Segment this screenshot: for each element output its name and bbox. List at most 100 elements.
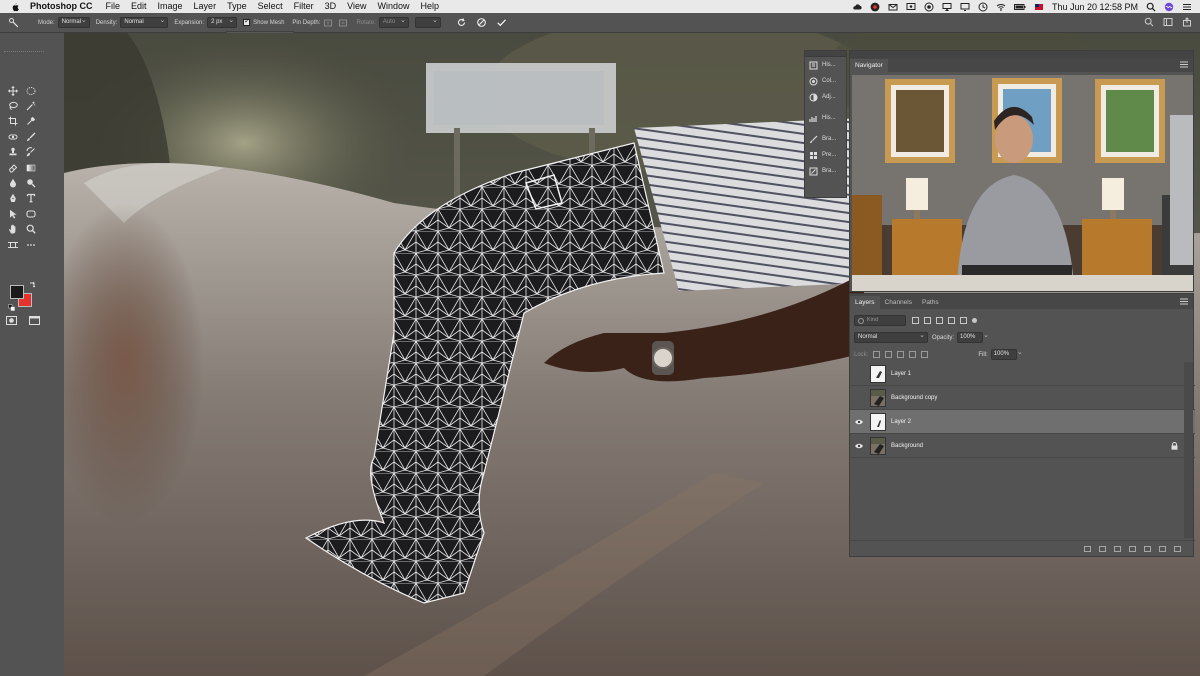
- navigator-preview[interactable]: [852, 75, 1193, 291]
- search-icon[interactable]: [1144, 17, 1154, 27]
- hand-tool[interactable]: [4, 222, 22, 237]
- tab-layers[interactable]: Layers: [850, 296, 880, 309]
- lock-artboard-icon[interactable]: [909, 351, 917, 358]
- pin-backward-icon[interactable]: [338, 18, 348, 28]
- dodge-tool[interactable]: [22, 175, 40, 190]
- new-group-icon[interactable]: [1144, 545, 1151, 552]
- lock-position-icon[interactable]: [897, 351, 905, 358]
- panel-menu-icon[interactable]: [1180, 298, 1188, 305]
- layer-name[interactable]: Layer 1: [891, 371, 911, 377]
- menubar-clock[interactable]: Thu Jun 20 12:58 PM: [1052, 2, 1138, 12]
- menu-select[interactable]: Select: [258, 0, 283, 13]
- menu-type[interactable]: Type: [227, 0, 247, 13]
- camera-icon[interactable]: [924, 2, 934, 12]
- type-filter-icon[interactable]: [936, 317, 943, 324]
- rotate-angle-input[interactable]: [414, 16, 441, 28]
- zoom-tool[interactable]: [22, 222, 40, 237]
- type-tool[interactable]: [22, 191, 40, 206]
- display-icon[interactable]: [960, 2, 970, 12]
- default-colors-icon[interactable]: [8, 304, 15, 311]
- layer-style-icon[interactable]: [1099, 545, 1106, 552]
- artboard-tool[interactable]: [4, 237, 22, 252]
- pixel-filter-icon[interactable]: [912, 317, 919, 324]
- menu-file[interactable]: File: [106, 0, 121, 13]
- marquee-tool[interactable]: [22, 83, 40, 98]
- tab-channels[interactable]: Channels: [880, 296, 917, 309]
- quick-select-tool[interactable]: [22, 98, 40, 113]
- tab-paths[interactable]: Paths: [917, 296, 944, 309]
- mail-icon[interactable]: [888, 2, 898, 12]
- puppet-warp-tool-icon[interactable]: [8, 17, 20, 29]
- layer-name[interactable]: Background copy: [891, 395, 937, 401]
- layer-row[interactable]: Layer 2: [850, 410, 1195, 434]
- eraser-tool[interactable]: [4, 160, 22, 175]
- history-brush-tool[interactable]: [22, 145, 40, 160]
- layer-kind-filter[interactable]: Kind: [854, 315, 906, 326]
- filter-toggle-icon[interactable]: [972, 318, 977, 323]
- clock-icon[interactable]: [978, 2, 988, 12]
- brush-tool[interactable]: [22, 129, 40, 144]
- remove-all-pins-icon[interactable]: [456, 17, 467, 28]
- delete-layer-icon[interactable]: [1174, 545, 1181, 552]
- more-tools[interactable]: [22, 237, 40, 252]
- menu-window[interactable]: Window: [377, 0, 409, 13]
- opacity-input[interactable]: 100%: [957, 331, 989, 343]
- menu-filter[interactable]: Filter: [294, 0, 314, 13]
- show-mesh-checkbox[interactable]: [243, 17, 251, 26]
- density-select[interactable]: Normal: [120, 16, 169, 28]
- dock-histogram[interactable]: His...: [805, 110, 846, 126]
- commit-warp-icon[interactable]: [496, 17, 507, 28]
- visibility-toggle[interactable]: [850, 419, 868, 425]
- dock-brush[interactable]: Bra...: [805, 131, 846, 147]
- adjustment-layer-icon[interactable]: [1129, 545, 1136, 552]
- mode-select[interactable]: Normal: [57, 16, 90, 28]
- shape-filter-icon[interactable]: [948, 317, 955, 324]
- dock-history[interactable]: His...: [805, 57, 846, 73]
- layers-scrollbar[interactable]: [1184, 362, 1193, 538]
- menu-layer[interactable]: Layer: [194, 0, 217, 13]
- cancel-warp-icon[interactable]: [476, 17, 487, 28]
- dock-brush-settings[interactable]: Bra...: [805, 163, 846, 179]
- menu-view[interactable]: View: [347, 0, 366, 13]
- fill-input[interactable]: 100%: [990, 348, 1023, 360]
- visibility-toggle[interactable]: [850, 443, 868, 449]
- crop-tool[interactable]: [4, 114, 22, 129]
- navigator-panel-grip[interactable]: [850, 51, 1193, 58]
- smart-object-filter-icon[interactable]: [960, 317, 967, 324]
- screen-icon[interactable]: [906, 2, 916, 12]
- dock-presets[interactable]: Pre...: [805, 147, 846, 163]
- menu-3d[interactable]: 3D: [325, 0, 337, 13]
- pin-forward-icon[interactable]: [323, 18, 333, 28]
- path-selection-tool[interactable]: [4, 206, 22, 221]
- quick-mask-icon[interactable]: [6, 316, 17, 325]
- adjustment-filter-icon[interactable]: [924, 317, 931, 324]
- lock-transparent-icon[interactable]: [873, 351, 881, 358]
- expansion-input[interactable]: 2 px: [207, 16, 238, 28]
- layer-name[interactable]: Background: [891, 443, 923, 449]
- lock-image-icon[interactable]: [885, 351, 893, 358]
- add-mask-icon[interactable]: [1114, 545, 1121, 552]
- search-icon[interactable]: [1146, 2, 1156, 12]
- wifi-icon[interactable]: [996, 2, 1006, 12]
- dock-adjustments[interactable]: Adj...: [805, 89, 846, 105]
- gradient-tool[interactable]: [22, 160, 40, 175]
- tab-navigator[interactable]: Navigator: [850, 59, 888, 72]
- menu-help[interactable]: Help: [420, 0, 439, 13]
- rotate-select[interactable]: Auto: [378, 16, 409, 28]
- layer-name[interactable]: Layer 2: [891, 419, 911, 425]
- foreground-color-swatch[interactable]: [10, 285, 24, 299]
- menu-edit[interactable]: Edit: [131, 0, 147, 13]
- tools-panel-grip[interactable]: [4, 51, 44, 55]
- notification-center-icon[interactable]: [1182, 2, 1192, 12]
- link-layers-icon[interactable]: [1084, 545, 1091, 552]
- new-layer-icon[interactable]: [1159, 545, 1166, 552]
- blur-tool[interactable]: [4, 175, 22, 190]
- dock-color[interactable]: Col...: [805, 73, 846, 89]
- airplay-icon[interactable]: [942, 2, 952, 12]
- workspace-icon[interactable]: [1163, 17, 1173, 27]
- move-tool[interactable]: [4, 83, 22, 98]
- clone-stamp-tool[interactable]: [4, 145, 22, 160]
- layer-row[interactable]: Layer 1: [850, 362, 1195, 386]
- blend-mode-select[interactable]: Normal: [854, 331, 928, 343]
- flag-icon[interactable]: [1034, 2, 1044, 12]
